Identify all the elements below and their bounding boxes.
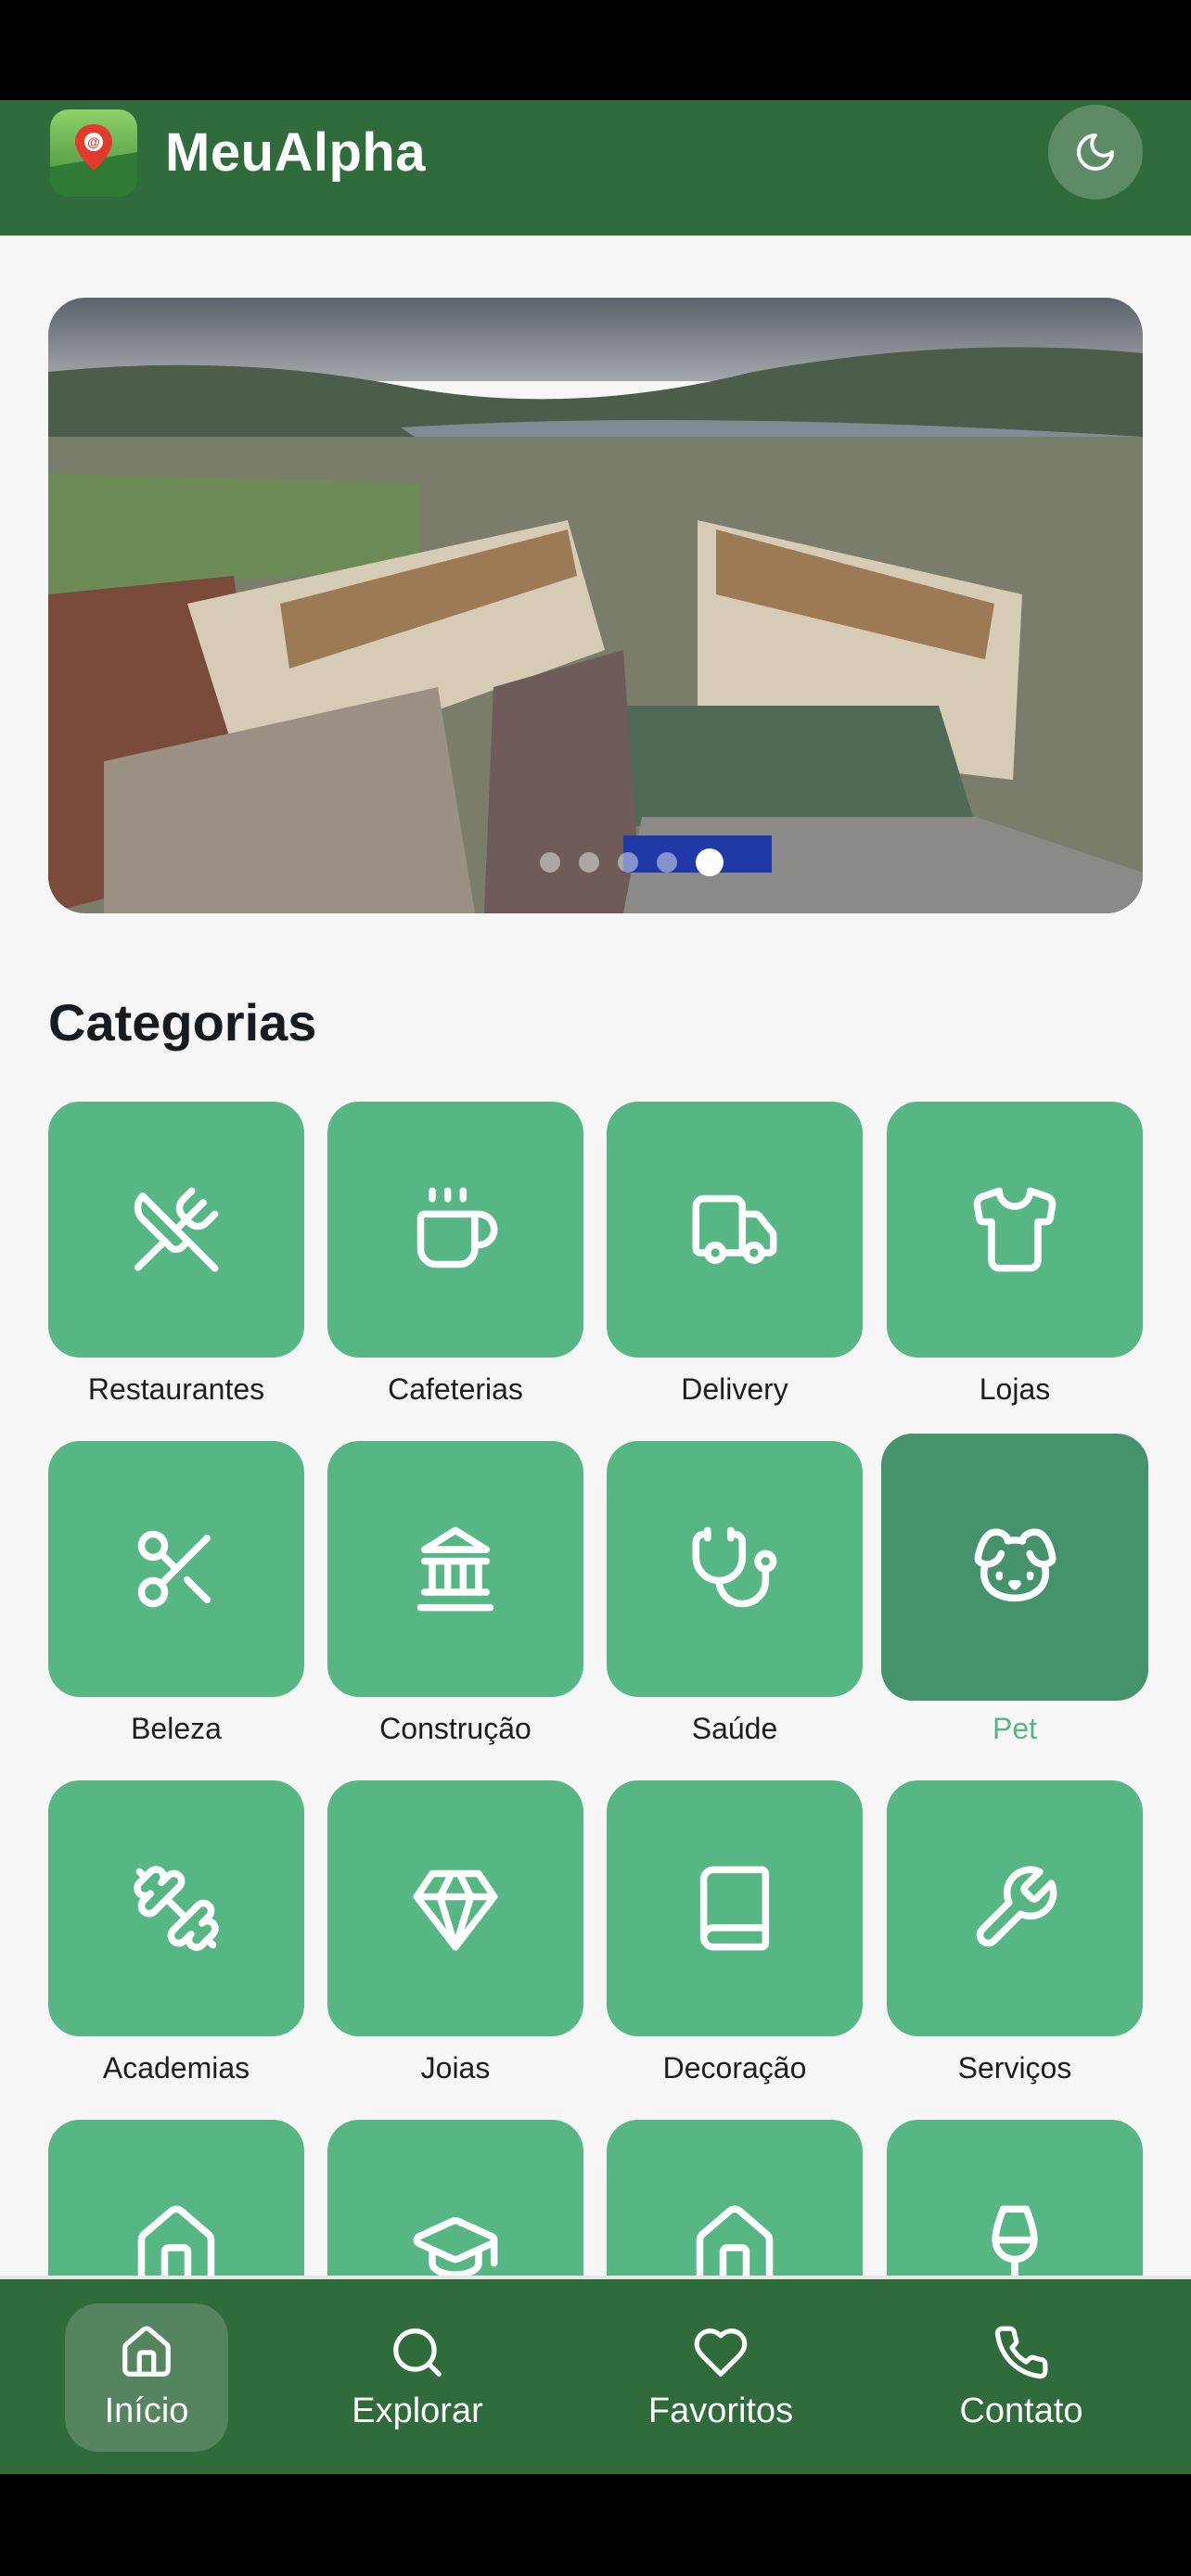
app-header: @ MeuAlpha [0,100,1191,236]
nav-label: Início [104,2391,189,2430]
dumbbell-icon [134,1866,219,1951]
categories-title: Categorias [48,993,317,1052]
category-label: Restaurantes [87,1372,265,1406]
category-label: Beleza [131,1712,222,1745]
category-tile[interactable] [607,1102,863,1358]
carousel-indicators [540,848,724,876]
app-title: MeuAlpha [165,122,427,183]
home-icon [122,2326,171,2377]
carousel-dot[interactable] [657,852,677,873]
category-construcao[interactable]: Construção [327,1441,583,1756]
app-screen: @ MeuAlpha Categorias Restaurantes Cafet… [0,100,1191,2474]
category-label: Cafeterias [388,1372,523,1406]
nav-item-inicio[interactable]: Início [65,2303,228,2452]
hero-carousel[interactable] [48,298,1143,913]
category-restaurantes[interactable]: Restaurantes [48,1102,304,1417]
category-tile[interactable] [48,1102,304,1358]
category-tile[interactable] [887,1102,1143,1358]
category-tile[interactable] [607,1780,863,2036]
utensils-crossed-icon [134,1187,219,1272]
nav-label: Contato [959,2391,1083,2430]
category-cafeterias[interactable]: Cafeterias [327,1102,583,1417]
scissors-icon [137,1530,211,1608]
wrench-icon [976,1866,1057,1947]
book-icon [699,1866,770,1951]
search-icon [393,2328,442,2377]
gem-icon [413,1869,498,1951]
category-tile[interactable] [327,1441,583,1697]
bottom-navigation: Início Explorar Favoritos Contato [0,2276,1191,2474]
category-label: Construção [379,1712,531,1745]
category-tile[interactable] [887,1780,1143,2036]
nav-item-explorar[interactable]: Explorar [325,2303,510,2452]
category-label: Saúde [691,1712,778,1745]
category-delivery[interactable]: Delivery [607,1102,863,1417]
stethoscope-icon [692,1526,777,1608]
shirt-icon [973,1187,1057,1272]
category-pet[interactable]: Pet [881,1434,1148,1756]
category-lojas[interactable]: Lojas [887,1102,1143,1417]
moon-icon [1077,134,1114,171]
category-tile[interactable] [607,1441,863,1697]
category-label: Delivery [681,1372,788,1406]
category-joias[interactable]: Joias [327,1780,583,2096]
category-tile[interactable] [48,1441,304,1697]
category-tile[interactable] [327,1780,583,2036]
category-label: Lojas [979,1372,1051,1406]
category-academias[interactable]: Academias [48,1780,304,2096]
theme-toggle-button[interactable] [1048,105,1143,199]
carousel-dot[interactable] [618,852,638,873]
carousel-dot-active[interactable] [696,848,724,876]
map-pin-logo-icon: @ [50,109,137,197]
heart-icon [694,2328,748,2377]
nav-item-contato[interactable]: Contato [933,2303,1109,2452]
category-servicos[interactable]: Serviços [887,1780,1143,2096]
category-label: Academias [102,2051,250,2085]
phone-icon [994,2326,1048,2379]
category-label: Pet [992,1712,1038,1745]
svg-text:@: @ [87,134,100,149]
nav-label: Favoritos [647,2391,794,2430]
truck-icon [692,1194,777,1265]
category-saude[interactable]: Saúde [607,1441,863,1756]
landmark-icon [416,1526,494,1612]
category-beleza[interactable]: Beleza [48,1441,304,1756]
category-label: Joias [420,2051,491,2085]
category-tile[interactable] [48,1780,304,2036]
carousel-dot[interactable] [579,852,599,873]
nav-label: Explorar [352,2391,483,2430]
dog-icon [974,1528,1057,1602]
campus-photo [48,298,1143,913]
category-tile[interactable] [327,1102,583,1358]
nav-item-favoritos[interactable]: Favoritos [623,2303,818,2452]
category-tile-selected[interactable] [881,1434,1148,1701]
carousel-dot[interactable] [540,852,560,873]
category-decoracao[interactable]: Decoração [607,1780,863,2096]
coffee-icon [416,1187,498,1269]
category-label: Serviços [957,2051,1072,2085]
category-label: Decoração [662,2051,807,2085]
